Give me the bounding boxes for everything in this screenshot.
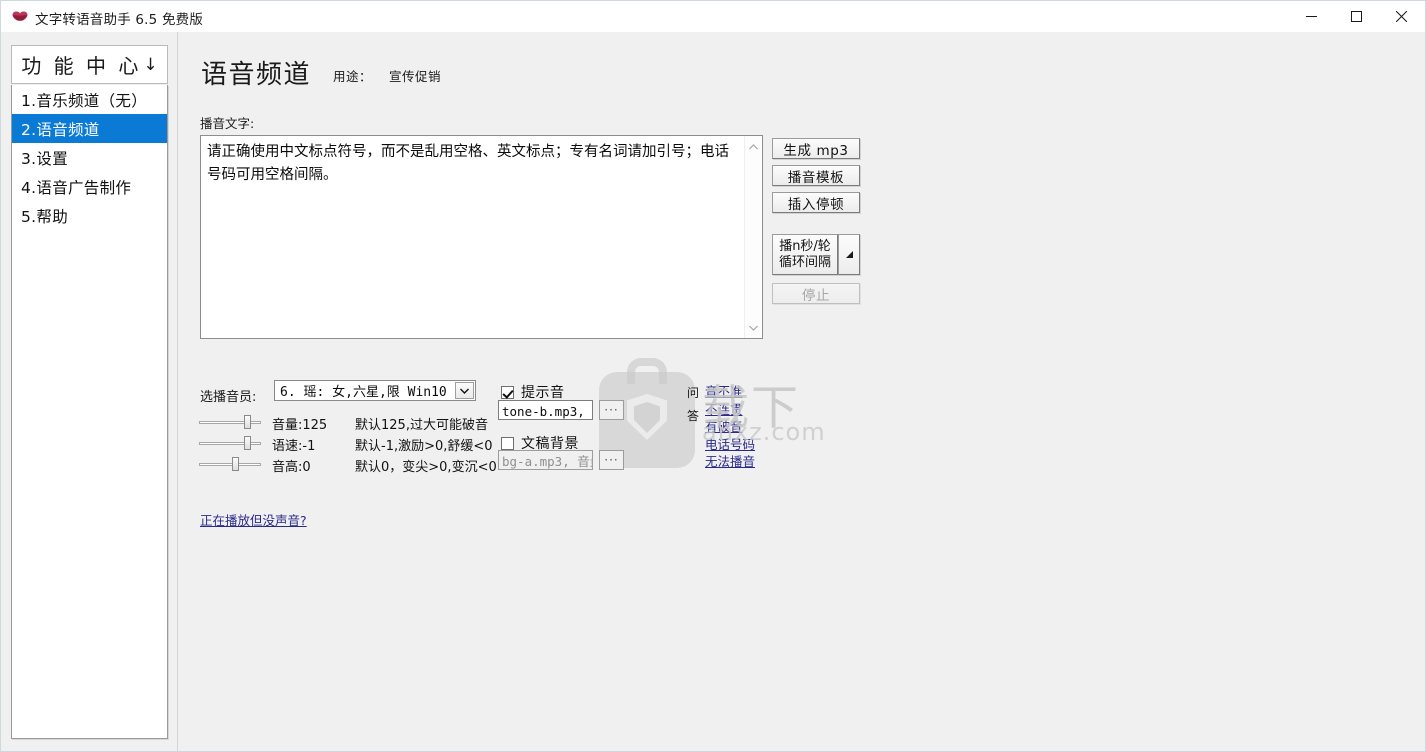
qa-link-not-fluent[interactable]: 不连贯 [705,401,755,419]
pitch-slider[interactable] [199,456,261,472]
scroll-down-icon[interactable] [745,319,762,336]
broadcast-text-input[interactable]: 请正确使用中文标点符号，而不是乱用空格、英文标点；专有名词请加引号；电话号码可用… [200,135,763,339]
generate-mp3-button[interactable]: 生成 mp3 [772,138,860,159]
stop-button[interactable]: 停止 [772,283,860,304]
speed-slider-track [199,442,261,445]
tone-file-value: tone-b.mp3, 音量 [502,403,592,419]
tone-file-input[interactable]: tone-b.mp3, 音量 [498,400,593,420]
volume-slider-track [199,421,261,424]
sidebar-item-settings[interactable]: 3.设置 [12,143,167,172]
speed-slider[interactable] [199,435,261,451]
scroll-up-icon[interactable] [745,138,762,155]
no-sound-help-link[interactable]: 正在播放但没声音? [200,510,307,529]
background-browse-button[interactable]: ··· [599,450,624,470]
window-title: 文字转语音助手 6.5 免费版 [35,12,204,28]
watermark-handle-shape [627,358,667,384]
minimize-button[interactable] [1289,1,1334,32]
volume-slider[interactable] [199,414,261,430]
voice-select-label: 选播音员: [200,390,257,405]
tone-checkbox-label: 提示音 [521,385,565,401]
sidebar-item-voice-channel[interactable]: 2.语音频道 [12,114,167,143]
function-center-header[interactable]: 功 能 中 心 ↓ [11,45,168,84]
qa-link-distortion[interactable]: 有破音 [705,418,755,436]
qa-link-cannot-play[interactable]: 无法播音 [705,453,755,471]
qa-link-phone-number[interactable]: 电话号码 [705,436,755,454]
qa-label-question: 问 [686,386,699,400]
qa-link-inaccurate-pronunciation[interactable]: 音不准 [705,383,755,401]
sidebar: 功 能 中 心 ↓ 1.音乐频道（无） 2.语音频道 3.设置 4.语音广告制作… [1,32,178,751]
loop-play-button[interactable]: 播n秒/轮 循环间隔 [772,234,838,275]
sidebar-item-voice-ad-production[interactable]: 4.语音广告制作 [12,172,167,201]
purpose-label: 用途： [333,69,373,84]
tone-browse-button[interactable]: ··· [599,400,624,420]
background-file-value: bg-a.mp3, 音量 [502,453,593,469]
lips-icon [12,9,28,22]
loop-play-line1: 播n秒/轮 [779,238,831,254]
check-icon[interactable] [501,385,514,399]
main-content: 语音频道 用途： 宣传促销 播音文字: 请正确使用中文标点符号，而不是乱用空格、… [179,32,1425,751]
tone-checkbox-row[interactable]: 提示音 [501,382,565,402]
qa-label-answer: 答 [686,409,699,423]
broadcast-text-label: 播音文字: [200,116,255,131]
speed-value-label: 语速:-1 [272,439,316,454]
maximize-button[interactable] [1334,1,1379,32]
speed-slider-thumb[interactable] [244,436,251,450]
insert-pause-button[interactable]: 插入停顿 [772,192,860,213]
broadcast-text-value: 请正确使用中文标点符号，而不是乱用空格、英文标点；专有名词请加引号；电话号码可用… [207,144,729,183]
qa-link-list: 音不准 不连贯 有破音 电话号码 无法播音 [705,383,755,471]
page-title: 语音频道 [201,60,312,90]
sidebar-item-help[interactable]: 5.帮助 [12,201,167,230]
voice-select-combobox[interactable]: 6. 瑶: 女,六星,限 Win10 [274,380,476,401]
watermark-shield-inner [634,402,660,433]
sidebar-nav-list: 1.音乐频道（无） 2.语音频道 3.设置 4.语音广告制作 5.帮助 [11,85,168,739]
pitch-value-label: 音高:0 [272,460,311,475]
loop-options-dropdown-button[interactable] [838,234,860,275]
application-window: 文字转语音助手 6.5 免费版 功 能 中 心 ↓ 1.音乐频道（无） 2.语音… [0,0,1426,752]
watermark-shield-outer [627,394,667,440]
loop-play-line2: 循环间隔 [778,254,831,270]
pitch-hint: 默认0，变尖>0,变沉<0 [355,460,497,475]
textarea-scrollbar[interactable] [744,136,762,338]
pitch-slider-thumb[interactable] [232,457,239,471]
speed-hint: 默认-1,激励>0,舒缓<0 [355,439,493,454]
close-button[interactable] [1379,1,1424,32]
volume-value-label: 音量:125 [272,418,328,433]
pitch-slider-track [199,463,261,466]
checkbox-icon[interactable] [501,436,514,450]
chevron-down-icon[interactable] [455,382,474,399]
volume-hint: 默认125,过大可能破音 [355,418,488,433]
title-bar: 文字转语音助手 6.5 免费版 [1,1,1425,33]
chevron-down-icon: ↓ [143,54,158,75]
purpose-value: 宣传促销 [389,69,442,84]
sidebar-item-music-channel[interactable]: 1.音乐频道（无） [12,85,167,114]
background-file-input[interactable]: bg-a.mp3, 音量 [498,450,593,470]
broadcast-template-button[interactable]: 播音模板 [772,165,860,186]
voice-select-value: 6. 瑶: 女,六星,限 Win10 [280,385,447,400]
function-center-label: 功 能 中 心 [21,54,142,78]
volume-slider-thumb[interactable] [244,415,251,429]
